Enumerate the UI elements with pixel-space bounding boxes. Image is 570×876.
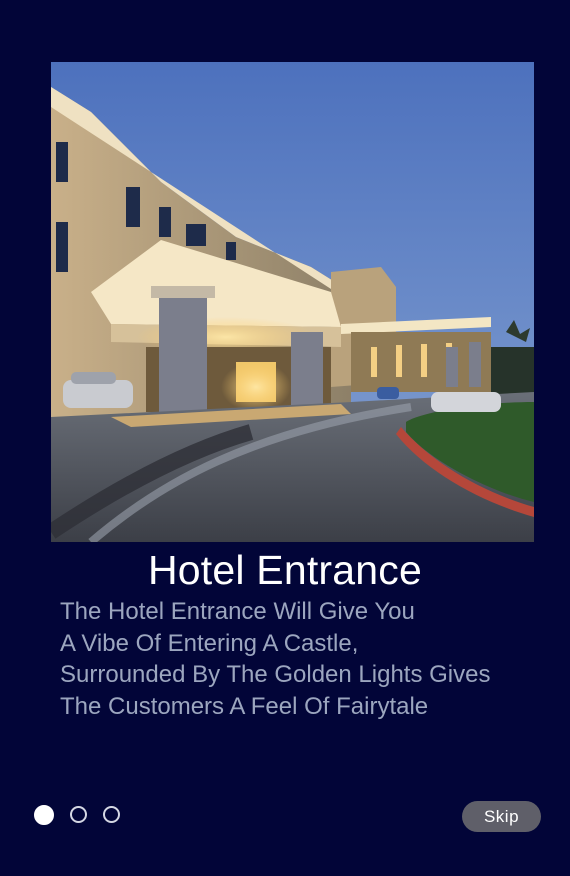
skip-button[interactable]: Skip — [462, 801, 541, 832]
slide-description-line: The Hotel Entrance Will Give You — [60, 598, 415, 625]
slide-title: Hotel Entrance — [147, 547, 422, 593]
slide-description-line: Surrounded By The Golden Lights Gives — [60, 661, 491, 688]
onboarding-screen: Hotel Entrance The Hotel Entrance Will G… — [0, 0, 570, 876]
page-indicator — [34, 805, 120, 828]
hotel-entrance-photo — [51, 62, 534, 542]
page-dot-2[interactable] — [70, 806, 87, 823]
slide-description-line: The Customers A Feel Of Fairytale — [60, 692, 429, 720]
page-dot-3[interactable] — [103, 806, 120, 823]
page-dot-1[interactable] — [34, 805, 54, 825]
slide-description-line: A Vibe Of Entering A Castle, — [60, 629, 359, 657]
slide-description: The Hotel Entrance Will Give You A Vibe … — [60, 596, 540, 722]
hotel-entrance-image — [51, 62, 534, 542]
